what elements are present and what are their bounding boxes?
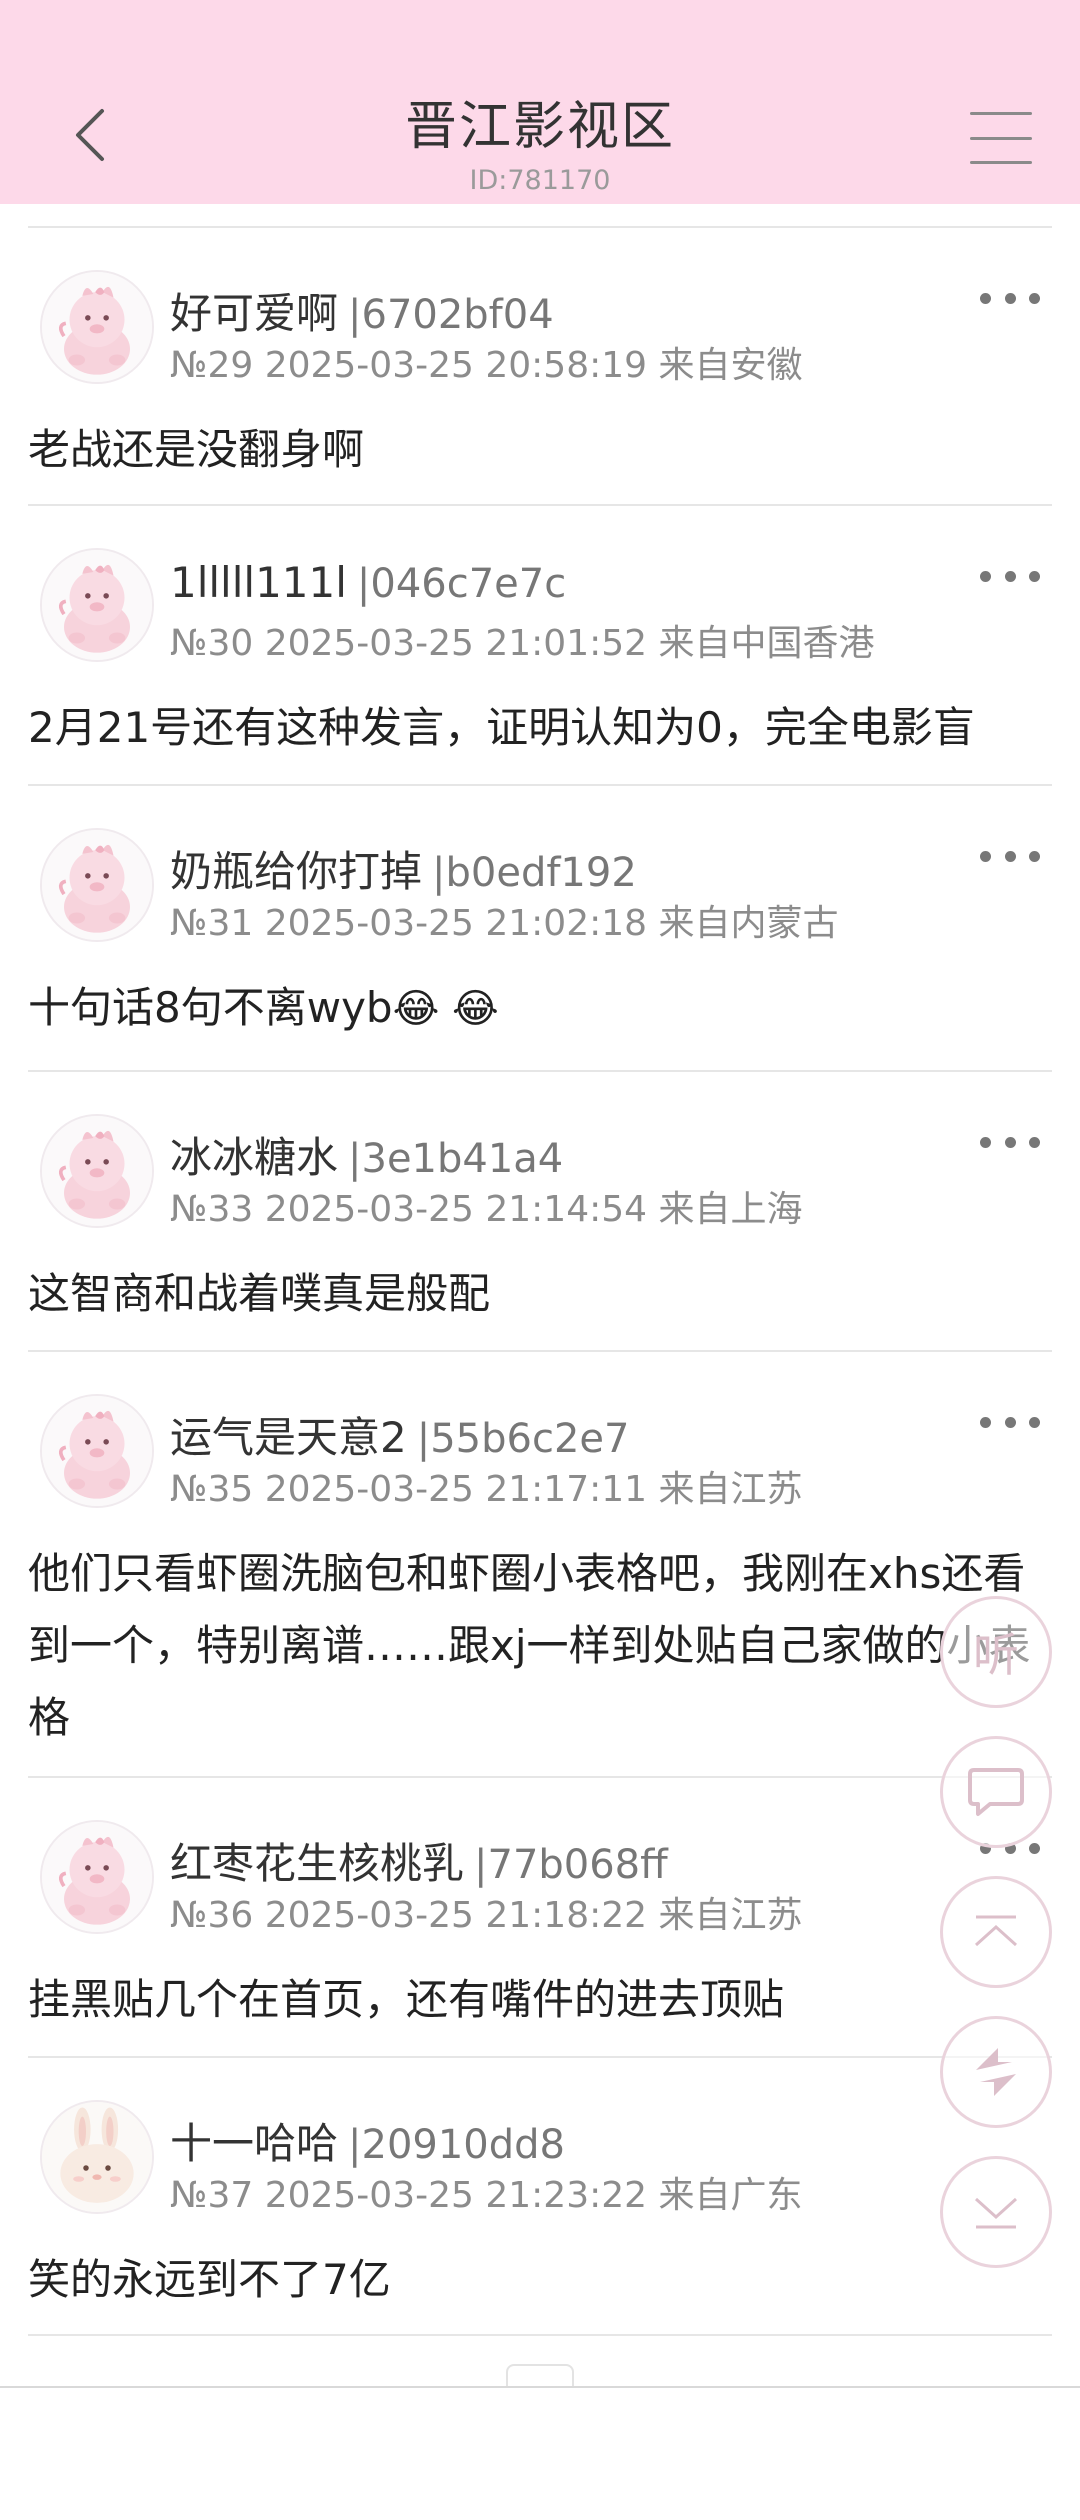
post-author[interactable]: 十一哈哈 |20910dd8	[170, 2110, 565, 2171]
post-author[interactable]: 运气是天意2 |55b6c2e7	[170, 1404, 629, 1465]
scroll-bottom-button[interactable]	[940, 2156, 1052, 2268]
author-uid: |b0edf192	[432, 850, 637, 896]
menu-icon-line	[970, 112, 1032, 115]
avatar[interactable]	[40, 1394, 154, 1508]
post-author[interactable]: 1lllll111l |046c7e7c	[170, 558, 566, 607]
post-content: 挂黑贴几个在首页，还有嘴件的进去顶贴	[28, 1975, 785, 2024]
post-meta: №29 2025-03-25 20:58:19 来自安徽	[170, 345, 803, 386]
post-author[interactable]: 好可爱啊 |6702bf04	[170, 280, 554, 341]
avatar[interactable]	[40, 2100, 154, 2214]
pink-pig-icon	[42, 1822, 152, 1932]
pink-pig-icon	[42, 1396, 152, 1506]
author-uid: |3e1b41a4	[348, 1136, 564, 1182]
post-meta: №31 2025-03-25 21:02:18 来自内蒙古	[170, 903, 839, 944]
post-content: 2月21号还有这种发言，证明认知为0，完全电影盲	[28, 703, 975, 752]
scroll-top-button[interactable]	[940, 1876, 1052, 1988]
author-uid: |55b6c2e7	[416, 1416, 630, 1462]
pink-pig-icon	[42, 550, 152, 660]
bottom-handle[interactable]	[506, 2364, 574, 2388]
post-content: 这智商和战着噗真是般配	[28, 1269, 491, 1318]
bottom-divider	[0, 2386, 1080, 2388]
listen-button[interactable]: 听	[940, 1596, 1052, 1708]
post-meta: №30 2025-03-25 21:01:52 来自中国香港	[170, 623, 875, 664]
post-content: 十句话8句不离wyb😂 😂	[28, 972, 1058, 1045]
comment-icon	[968, 1768, 1024, 1816]
post-item: 好可爱啊 |6702bf04 №29 2025-03-25 20:58:19 来自…	[0, 228, 1080, 506]
post-author[interactable]: 奶瓶给你打掉 |b0edf192	[170, 838, 637, 899]
laughing-emoji-icon: 😂 😂	[392, 986, 499, 1032]
post-item: 奶瓶给你打掉 |b0edf192 №31 2025-03-25 21:02:18 …	[0, 786, 1080, 1072]
author-name: 运气是天意2	[170, 1413, 407, 1462]
avatar[interactable]	[40, 1820, 154, 1934]
comment-button[interactable]	[940, 1736, 1052, 1848]
more-options-button[interactable]	[980, 564, 1040, 588]
post-meta: №35 2025-03-25 21:17:11 来自江苏	[170, 1469, 803, 1510]
more-options-button[interactable]	[980, 286, 1040, 310]
author-name: 冰冰糖水	[170, 1133, 339, 1182]
post-item: 1lllll111l |046c7e7c №30 2025-03-25 21:01…	[0, 506, 1080, 786]
post-content: 老战还是没翻身啊	[28, 425, 365, 474]
post-item: 运气是天意2 |55b6c2e7 №35 2025-03-25 21:17:11 …	[0, 1352, 1080, 1778]
author-uid: |20910dd8	[348, 2122, 565, 2168]
avatar[interactable]	[40, 828, 154, 942]
menu-icon-line	[970, 161, 1032, 164]
post-item: 冰冰糖水 |3e1b41a4 №33 2025-03-25 21:14:54 来自…	[0, 1072, 1080, 1352]
menu-button[interactable]	[970, 112, 1032, 164]
scroll-top-icon	[974, 1915, 1018, 1947]
post-text: 十句话8句不离wyb	[28, 983, 393, 1032]
scroll-bottom-icon	[974, 2197, 1018, 2229]
author-name: 红枣花生核桃乳	[170, 1839, 465, 1888]
post-item: 十一哈哈 |20910dd8 №37 2025-03-25 21:23:22 来自…	[0, 2058, 1080, 2338]
pink-pig-icon	[42, 1116, 152, 1226]
more-options-button[interactable]	[980, 1410, 1040, 1434]
avatar[interactable]	[40, 270, 154, 384]
avatar[interactable]	[40, 1114, 154, 1228]
more-options-button[interactable]	[980, 1130, 1040, 1154]
post-content: 他们只看虾圈洗脑包和虾圈小表格吧，我刚在xhs还看到一个，特别离谱……跟xj一样…	[28, 1549, 1031, 1742]
post-item: 红枣花生核桃乳 |77b068ff №36 2025-03-25 21:18:22…	[0, 1778, 1080, 2058]
post-meta: №33 2025-03-25 21:14:54 来自上海	[170, 1189, 803, 1230]
post-content: 笑的永远到不了7亿	[28, 2255, 391, 2304]
pink-pig-icon	[42, 272, 152, 382]
author-name: 十一哈哈	[170, 2119, 339, 2168]
menu-icon-line	[970, 136, 1032, 140]
post-author[interactable]: 冰冰糖水 |3e1b41a4	[170, 1124, 563, 1185]
board-id: ID:781170	[469, 165, 611, 196]
author-uid: |6702bf04	[348, 292, 554, 338]
pink-pig-icon	[42, 830, 152, 940]
author-name: 1lllll111l	[170, 558, 347, 607]
post-meta: №36 2025-03-25 21:18:22 来自江苏	[170, 1895, 803, 1936]
avatar[interactable]	[40, 548, 154, 662]
listen-label: 听	[973, 1628, 1019, 1682]
post-meta: №37 2025-03-25 21:23:22 来自广东	[170, 2175, 803, 2216]
author-name: 奶瓶给你打掉	[170, 847, 423, 896]
title-area: 晋江影视区 ID:781170	[0, 84, 1080, 196]
post-author[interactable]: 红枣花生核桃乳 |77b068ff	[170, 1830, 668, 1891]
author-uid: |046c7e7c	[356, 561, 567, 607]
page-title: 晋江影视区	[404, 97, 675, 157]
refresh-button[interactable]	[940, 2016, 1052, 2128]
author-uid: |77b068ff	[474, 1842, 668, 1888]
author-name: 好可爱啊	[170, 289, 339, 338]
more-options-button[interactable]	[980, 844, 1040, 868]
refresh-icon	[976, 2048, 1016, 2096]
divider	[28, 2334, 1052, 2336]
top-bar: 晋江影视区 ID:781170	[0, 0, 1080, 204]
bunny-icon	[42, 2102, 152, 2212]
